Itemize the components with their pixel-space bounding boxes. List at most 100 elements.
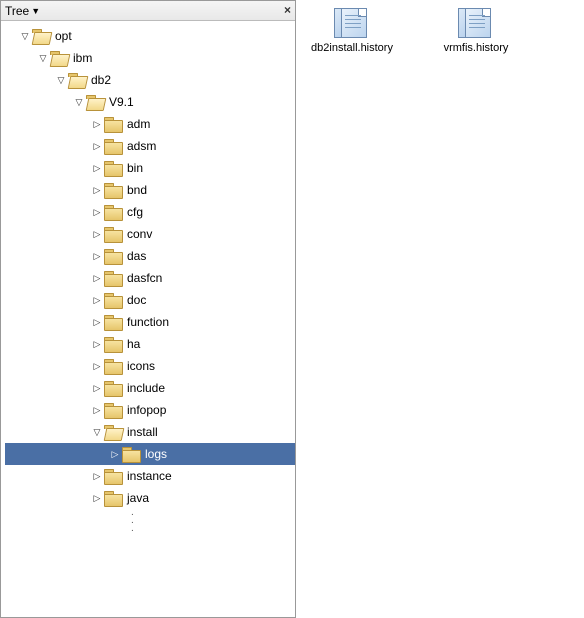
tree-item-cfg[interactable]: ▷ cfg (5, 201, 295, 223)
expand-icon[interactable]: ▷ (91, 273, 103, 284)
tree-item-ha[interactable]: ▷ ha (5, 333, 295, 355)
expand-icon[interactable]: ▷ (91, 361, 103, 372)
tree-item-adsm[interactable]: ▷ adsm (5, 135, 295, 157)
tree-item-include[interactable]: ▷ include (5, 377, 295, 399)
tree-item-java[interactable]: ▷ java (5, 487, 295, 509)
tree-header: Tree ▼ × (1, 1, 295, 21)
folder-icon (104, 403, 122, 418)
tree-item-label: function (125, 315, 169, 329)
tree-item-label: instance (125, 469, 172, 483)
expand-icon[interactable]: ▷ (91, 493, 103, 504)
folder-icon (68, 73, 86, 88)
expand-icon[interactable]: ▷ (91, 405, 103, 416)
tree-item-icons[interactable]: ▷ icons (5, 355, 295, 377)
tree-item-V9-1[interactable]: ▽ V9.1 (5, 91, 295, 113)
tree-item-function[interactable]: ▷ function (5, 311, 295, 333)
tree-panel: Tree ▼ × ▽opt▽ibm▽db2▽V9.1▷adm▷adsm▷bin▷… (0, 0, 296, 618)
tree-item-bin[interactable]: ▷ bin (5, 157, 295, 179)
file-label: db2install.history (311, 42, 393, 54)
more-items-indicator: . (5, 517, 295, 525)
folder-icon (104, 359, 122, 374)
folder-icon (104, 293, 122, 308)
expand-icon[interactable]: ▷ (91, 229, 103, 240)
expand-icon[interactable]: ▷ (91, 141, 103, 152)
tree-item-label: conv (125, 227, 152, 241)
tree-item-adm[interactable]: ▷ adm (5, 113, 295, 135)
tree-item-label: adsm (125, 139, 156, 153)
expand-collapse-icon[interactable]: ▽ (37, 53, 49, 64)
chevron-down-icon: ▼ (31, 6, 40, 16)
tree-item-label: doc (125, 293, 146, 307)
folder-icon (104, 227, 122, 242)
expand-icon[interactable]: ▷ (91, 317, 103, 328)
expand-icon[interactable]: ▷ (91, 471, 103, 482)
folder-icon (104, 469, 122, 484)
tree-item-das[interactable]: ▷das (5, 245, 295, 267)
tree-item-opt[interactable]: ▽ opt (5, 25, 295, 47)
tree-item-conv[interactable]: ▷ conv (5, 223, 295, 245)
folder-icon (104, 161, 122, 176)
expand-icon[interactable]: ▷ (91, 339, 103, 350)
folder-icon (104, 249, 122, 264)
expand-icon[interactable]: ▷ (91, 251, 103, 262)
tree-item-label: adm (125, 117, 150, 131)
file-item[interactable]: vrmfis.history (428, 8, 524, 54)
tree-item-label: icons (125, 359, 155, 373)
tree-item-label: bnd (125, 183, 147, 197)
more-items-indicator: . (5, 509, 295, 517)
file-item[interactable]: db2install.history (304, 8, 400, 54)
tree-item-label: infopop (125, 403, 166, 417)
folder-icon (104, 337, 122, 352)
folder-icon (104, 271, 122, 286)
tree-item-bnd[interactable]: ▷ bnd (5, 179, 295, 201)
expand-collapse-icon[interactable]: ▽ (73, 97, 85, 108)
expand-icon[interactable]: ▷ (91, 383, 103, 394)
folder-icon (104, 139, 122, 154)
tree-item-doc[interactable]: ▷ doc (5, 289, 295, 311)
tree-item-label: ibm (71, 51, 92, 65)
tree-item-label: V9.1 (107, 95, 134, 109)
folder-icon (104, 381, 122, 396)
folder-icon (104, 491, 122, 506)
folder-icon (104, 425, 122, 440)
expand-icon[interactable]: ▷ (109, 449, 121, 460)
expand-icon[interactable]: ▷ (91, 295, 103, 306)
folder-icon (86, 95, 104, 110)
expand-icon[interactable]: ▷ (91, 185, 103, 196)
folder-icon (32, 29, 50, 44)
tree-item-dasfcn[interactable]: ▷ dasfcn (5, 267, 295, 289)
tree-item-infopop[interactable]: ▷ infopop (5, 399, 295, 421)
folder-icon (50, 51, 68, 66)
tree-item-label: opt (53, 29, 72, 43)
close-icon[interactable]: × (284, 3, 291, 17)
tree-item-label: java (125, 491, 149, 505)
tree-item-logs[interactable]: ▷ logs (5, 443, 295, 465)
tree-item-ibm[interactable]: ▽ ibm (5, 47, 295, 69)
tree-item-label: db2 (89, 73, 111, 87)
folder-icon (104, 205, 122, 220)
tree-item-label: dasfcn (125, 271, 162, 285)
more-items-indicator: . (5, 525, 295, 533)
folder-icon (122, 447, 140, 462)
tree-item-label: install (125, 425, 158, 439)
folder-icon (104, 183, 122, 198)
expand-icon[interactable]: ▷ (91, 207, 103, 218)
tree-item-instance[interactable]: ▷ instance (5, 465, 295, 487)
tree-item-label: ha (125, 337, 140, 351)
tree-item-label: bin (125, 161, 143, 175)
tree-item-db2[interactable]: ▽ db2 (5, 69, 295, 91)
expand-collapse-icon[interactable]: ▽ (91, 427, 103, 438)
history-file-icon (458, 8, 494, 38)
history-file-icon (334, 8, 370, 38)
expand-icon[interactable]: ▷ (91, 163, 103, 174)
tree-item-label: cfg (125, 205, 143, 219)
expand-collapse-icon[interactable]: ▽ (55, 75, 67, 86)
tree-item-label: include (125, 381, 165, 395)
tree-item-install[interactable]: ▽ install (5, 421, 295, 443)
expand-collapse-icon[interactable]: ▽ (19, 31, 31, 42)
expand-icon[interactable]: ▷ (91, 119, 103, 130)
tree-body[interactable]: ▽ opt ▽ ibm ▽ db2 ▽ V9.1 ▷ adm ▷ adsm ▷ bin ▷ bnd ▷ cfg ▷ c… (1, 21, 295, 617)
content-panel: db2install.history vrmfis.history (296, 0, 584, 618)
tree-title-dropdown[interactable]: Tree ▼ (5, 4, 40, 18)
tree-item-label: logs (143, 447, 167, 461)
